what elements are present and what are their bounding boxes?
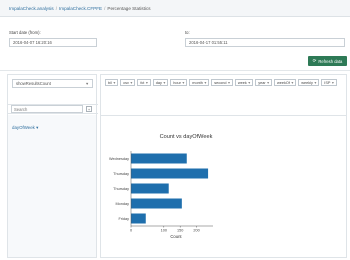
- x-tick-label: 100: [161, 229, 167, 233]
- aggregation-chip-label: csv: [123, 80, 129, 85]
- x-axis-label: Count: [170, 234, 182, 239]
- filter-row: +: [8, 104, 98, 114]
- chart-area: Count vs dayOfWeek Wednesday Thursday Thurs…: [101, 115, 346, 257]
- chevron-down-icon: ▾: [182, 81, 185, 85]
- breadcrumb-link-cfpfe[interactable]: ImpalaCheck.CFPFE: [59, 6, 102, 11]
- aggregation-chip-label: fct: [140, 80, 145, 85]
- dimension-select[interactable]: showResultsCount ▼: [12, 79, 93, 88]
- chevron-down-icon: ▾: [267, 81, 269, 85]
- breadcrumb-current: Percentage Statistics: [107, 5, 151, 11]
- bar-1: [131, 168, 209, 179]
- dimension-item-label: dayOfWeek: [12, 125, 35, 130]
- aggregation-chip-label: ISP: [324, 80, 331, 85]
- aggregation-chip-label: month: [192, 80, 203, 85]
- end-date-label: to:: [185, 30, 190, 35]
- chevron-down-icon: ▾: [163, 81, 166, 85]
- aggregation-chip-8[interactable]: year ▾: [255, 79, 272, 86]
- chevron-down-icon: ▼: [85, 81, 89, 86]
- breadcrumb-separator: /: [55, 5, 57, 11]
- chevron-down-icon: ▾: [204, 81, 207, 85]
- bar-chart: Count vs dayOfWeek Wednesday Thursday Thurs…: [109, 134, 213, 239]
- dimension-select-value: showResultsCount: [16, 81, 51, 86]
- end-date-input[interactable]: [185, 38, 345, 47]
- aggregation-chip-label: year: [258, 80, 266, 85]
- breadcrumb-link-analysis[interactable]: ImpalaCheck.analysis: [9, 6, 54, 11]
- breadcrumb: ImpalaCheck.analysis / ImpalaCheck.CFPFE…: [0, 0, 350, 17]
- aggregation-chips: bil ▾ csv ▾ fct ▾ day ▾ hour ▾ month ▾ second ▾ week ▾ y…: [105, 79, 345, 89]
- aggregation-chip-label: weekly: [301, 80, 313, 85]
- aggregation-chip-label: bil: [108, 80, 112, 85]
- chevron-down-icon: ▾: [130, 81, 133, 85]
- chevron-down-icon: ▾: [331, 81, 334, 85]
- x-tick-label: 0: [130, 229, 132, 233]
- chevron-down-icon: ▾: [248, 81, 251, 85]
- chevron-down-icon: ▾: [145, 81, 148, 85]
- aggregation-chip-11[interactable]: ISP ▾: [321, 79, 337, 86]
- bar-2: [131, 183, 169, 194]
- aggregation-chip-1[interactable]: csv ▾: [120, 79, 136, 86]
- x-tick-label: 150: [177, 229, 183, 233]
- y-tick-label: Thursday: [113, 172, 129, 176]
- aggregation-chip-0[interactable]: bil ▾: [105, 79, 119, 86]
- y-tick-label: Friday: [118, 217, 129, 221]
- dimension-list: dayOfWeek ▾: [8, 115, 96, 257]
- aggregation-chip-9[interactable]: weekOf ▾: [274, 79, 297, 86]
- bar-4: [131, 213, 146, 224]
- aggregation-chip-2[interactable]: fct ▾: [137, 79, 151, 86]
- start-date-input[interactable]: [9, 38, 97, 47]
- refresh-data-button[interactable]: ⟳ Refresh data: [308, 56, 347, 66]
- aggregation-chip-label: day: [155, 80, 162, 85]
- chevron-down-icon: ▾: [228, 81, 230, 85]
- y-tick-label: Monday: [115, 202, 129, 206]
- refresh-icon: ⟳: [312, 58, 317, 63]
- add-filter-button[interactable]: +: [86, 106, 92, 112]
- chevron-down-icon: ▾: [291, 81, 294, 85]
- x-tick-label: 200: [193, 229, 199, 233]
- aggregation-chip-7[interactable]: week ▾: [234, 79, 254, 86]
- y-tick-label: Thursday: [113, 187, 129, 191]
- aggregation-chip-4[interactable]: hour ▾: [170, 79, 188, 86]
- aggregation-chip-6[interactable]: second ▾: [211, 79, 233, 86]
- start-date-label: Start date (from):: [9, 30, 41, 35]
- refresh-data-label: Refresh data: [318, 58, 343, 64]
- y-tick-label: Wednesday: [109, 157, 129, 161]
- aggregation-chip-3[interactable]: day ▾: [152, 79, 169, 86]
- divider: [0, 70, 350, 71]
- aggregation-chip-label: second: [214, 80, 227, 85]
- chevron-down-icon: ▾: [314, 81, 317, 85]
- results-panel: bil ▾ csv ▾ fct ▾ day ▾ hour ▾ month ▾ second ▾ week ▾ y…: [100, 74, 347, 258]
- bar-3: [131, 198, 182, 209]
- aggregation-chip-5[interactable]: month ▾: [189, 79, 210, 86]
- chevron-down-icon: ▾: [113, 81, 116, 85]
- breadcrumb-separator: /: [104, 5, 106, 11]
- chart-title: Count vs dayOfWeek: [160, 134, 213, 140]
- dimension-item-dayofweek[interactable]: dayOfWeek ▾: [12, 125, 38, 131]
- aggregation-chip-10[interactable]: weekly ▾: [298, 79, 320, 86]
- bar-0: [131, 153, 187, 164]
- aggregation-chip-label: hour: [173, 80, 181, 85]
- aggregation-chip-label: weekOf: [277, 80, 290, 85]
- dimension-panel: showResultsCount ▼ + dayOfWeek ▾: [7, 74, 98, 258]
- aggregation-chip-label: week: [237, 80, 247, 85]
- dimension-search-input[interactable]: [11, 105, 83, 113]
